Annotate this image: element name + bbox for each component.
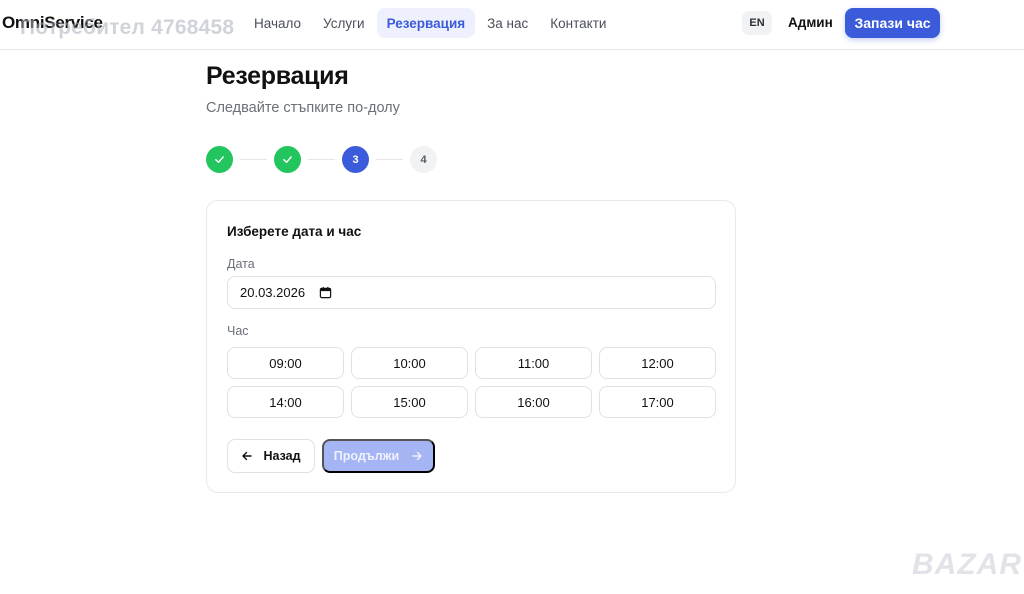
bazar-watermark: BAZAR [912,548,1022,581]
step-2-complete [274,146,301,173]
nav-item-booking[interactable]: Резервация [376,8,476,38]
time-slot[interactable]: 12:00 [599,347,716,379]
book-appointment-button[interactable]: Запази час [845,8,940,38]
date-input[interactable]: 20.03.2026 [227,276,716,309]
user-watermark: Потребител 4768458 [20,16,235,39]
admin-link[interactable]: Админ [788,15,833,30]
check-icon [283,156,292,163]
language-switch[interactable]: EN [742,11,772,35]
arrow-right-icon [412,451,422,461]
back-button-label: Назад [263,449,301,463]
nav-item-services[interactable]: Услуги [313,8,375,38]
top-navbar: OmniService Потребител 4768458 Начало Ус… [0,0,1024,50]
time-slot[interactable]: 14:00 [227,386,344,418]
time-slots-grid: 09:00 10:00 11:00 12:00 14:00 15:00 16:0… [227,347,716,418]
step-3-current: 3 [342,146,369,173]
check-icon [215,156,224,163]
nav-item-home[interactable]: Начало [244,8,311,38]
time-slot[interactable]: 10:00 [351,347,468,379]
step-connector [240,159,267,160]
date-time-card: Изберете дата и час Дата 20.03.2026 Час … [206,200,736,493]
time-label: Час [227,324,249,338]
step-connector [376,159,403,160]
time-slot[interactable]: 15:00 [351,386,468,418]
continue-button-label: Продължи [333,449,400,463]
date-value: 20.03.2026 [240,285,306,300]
time-slot[interactable]: 16:00 [475,386,592,418]
time-slot[interactable]: 09:00 [227,347,344,379]
time-slot[interactable]: 11:00 [475,347,592,379]
date-label: Дата [227,257,255,271]
time-slot[interactable]: 17:00 [599,386,716,418]
continue-button[interactable]: Продължи [322,439,435,473]
page-title: Резервация [206,62,349,90]
page-subtitle: Следвайте стъпките по-долу [206,100,400,116]
arrow-left-icon [242,451,253,461]
step-4-pending: 4 [410,146,437,173]
step-connector [308,159,335,160]
main-nav: Начало Услуги Резервация За нас Контакти [244,8,616,38]
card-title: Изберете дата и час [227,224,362,239]
nav-item-contacts[interactable]: Контакти [540,8,616,38]
nav-item-about[interactable]: За нас [477,8,538,38]
back-button[interactable]: Назад [227,439,315,473]
calendar-icon[interactable] [319,286,332,299]
step-1-complete [206,146,233,173]
